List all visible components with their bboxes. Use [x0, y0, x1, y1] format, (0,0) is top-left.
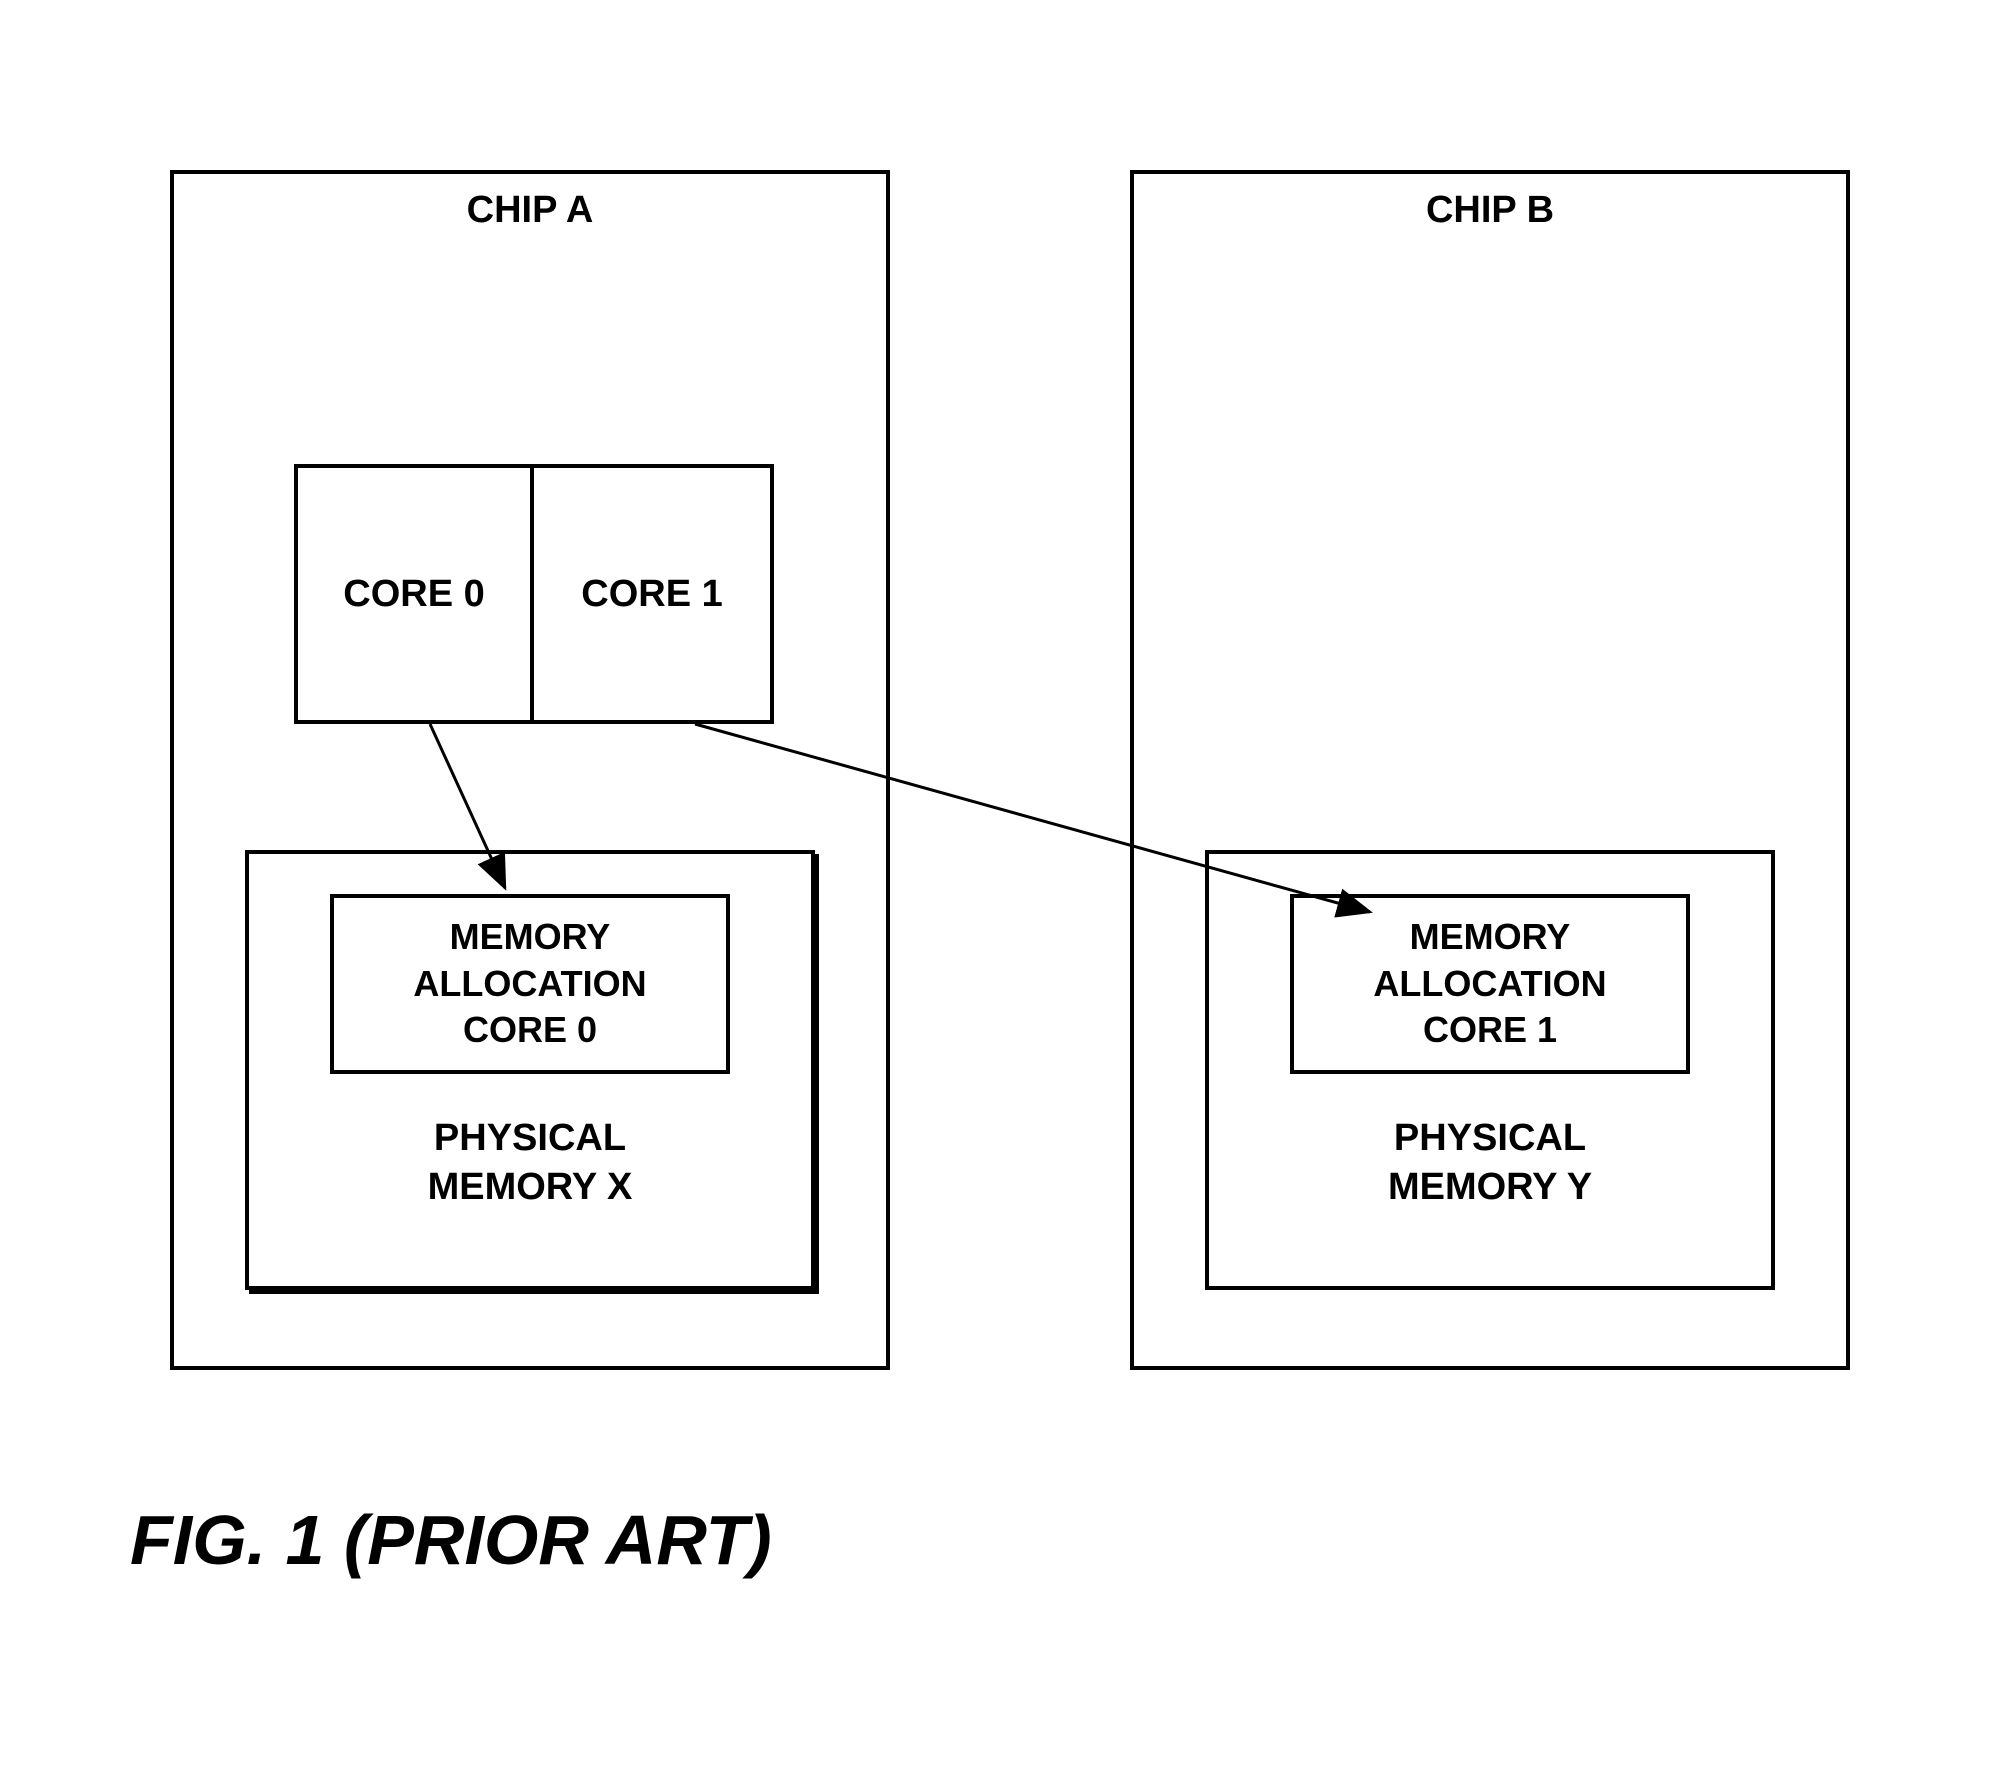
memory-label-line: MEMORY Y: [1388, 1166, 1592, 1208]
cores-container: CORE 0 CORE 1: [294, 464, 774, 724]
memory-label-line: PHYSICAL: [434, 1117, 626, 1159]
allocation-text-line: ALLOCATION: [413, 961, 646, 1008]
core-1-block: CORE 1: [534, 468, 770, 720]
allocation-text-line: ALLOCATION: [1373, 961, 1606, 1008]
core-0-block: CORE 0: [298, 468, 534, 720]
allocation-text-line: MEMORY: [1410, 914, 1571, 961]
figure-caption: FIG. 1 (PRIOR ART): [130, 1500, 772, 1580]
memory-label-line: MEMORY X: [428, 1166, 633, 1208]
allocation-text-line: CORE 0: [463, 1007, 597, 1054]
memory-allocation-core-0: MEMORY ALLOCATION CORE 0: [330, 894, 730, 1074]
diagram-container: CHIP A CORE 0 CORE 1 CHIP B MEMORY ALLOC…: [170, 170, 1850, 1370]
allocation-text-line: CORE 1: [1423, 1007, 1557, 1054]
chip-b-label: CHIP B: [1426, 189, 1554, 232]
physical-memory-x: MEMORY ALLOCATION CORE 0 PHYSICAL MEMORY…: [245, 850, 815, 1290]
memory-label-line: PHYSICAL: [1394, 1117, 1586, 1159]
physical-memory-y-label: PHYSICAL MEMORY Y: [1388, 1114, 1592, 1213]
chip-a-label: CHIP A: [467, 189, 594, 232]
physical-memory-x-label: PHYSICAL MEMORY X: [428, 1114, 633, 1213]
allocation-text-line: MEMORY: [450, 914, 611, 961]
physical-memory-y: MEMORY ALLOCATION CORE 1 PHYSICAL MEMORY…: [1205, 850, 1775, 1290]
memory-allocation-core-1: MEMORY ALLOCATION CORE 1: [1290, 894, 1690, 1074]
